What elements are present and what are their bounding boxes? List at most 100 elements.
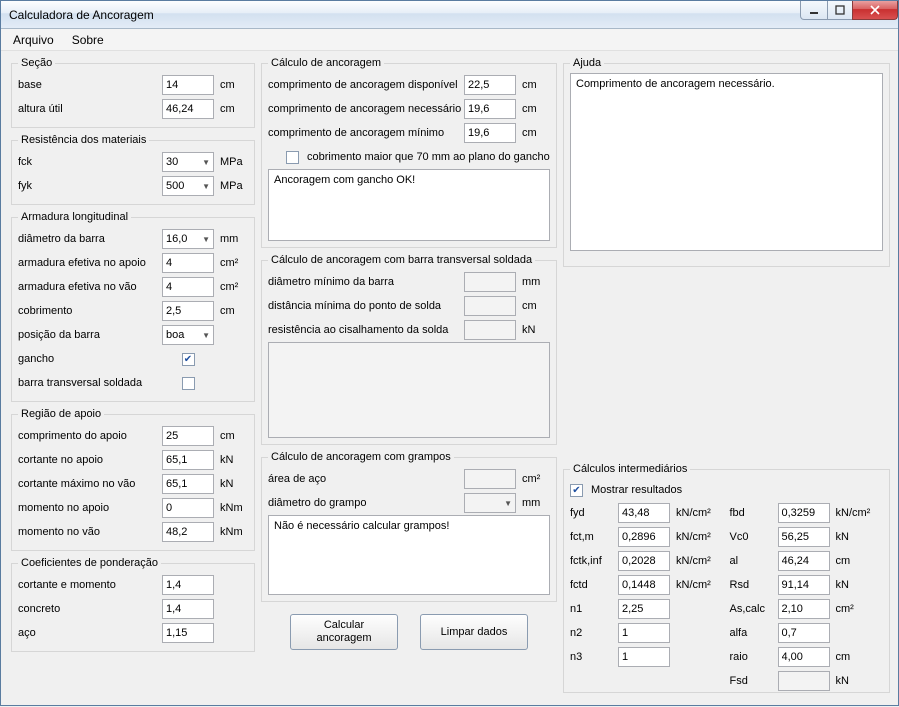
show-results-checkbox[interactable]: ✔ xyxy=(570,484,583,497)
raio-label: raio xyxy=(730,651,778,663)
ascalc-output xyxy=(778,599,830,619)
group-section-legend: Seção xyxy=(18,57,55,69)
gramp-result-textarea[interactable]: Não é necessário calcular grampos! xyxy=(268,515,550,595)
group-materials-legend: Resistência dos materiais xyxy=(18,134,149,146)
maximize-button[interactable] xyxy=(827,1,853,20)
help-text: Comprimento de ancoragem necessário. xyxy=(570,73,883,251)
gramp-area-unit: cm² xyxy=(516,473,550,485)
trans-dist-label: distância mínima do ponto de solda xyxy=(268,300,464,312)
chevron-down-icon: ▼ xyxy=(202,331,210,340)
group-support: Região de apoio comprimento do apoiocm c… xyxy=(11,408,255,551)
cobr70-checkbox[interactable] xyxy=(286,151,299,164)
height-input[interactable] xyxy=(162,99,214,119)
gramp-diam-unit: mm xyxy=(516,497,550,509)
cort-ap-label: cortante no apoio xyxy=(18,454,162,466)
bar-diam-unit: mm xyxy=(214,233,248,245)
al-output xyxy=(778,551,830,571)
app-window: Calculadora de Ancoragem Arquivo Sobre S… xyxy=(0,0,899,706)
pos-select[interactable]: boa▼ xyxy=(162,325,214,345)
group-longitudinal-legend: Armadura longitudinal xyxy=(18,211,131,223)
trans-result-textarea[interactable] xyxy=(268,342,550,438)
mom-ap-label: momento no apoio xyxy=(18,502,162,514)
vc0-output xyxy=(778,527,830,547)
base-input[interactable] xyxy=(162,75,214,95)
trans-res-unit: kN xyxy=(516,324,550,336)
group-intermediate: Cálculos intermediários ✔Mostrar resulta… xyxy=(563,463,890,693)
mom-ap-unit: kNm xyxy=(214,502,248,514)
trans-diam-unit: mm xyxy=(516,276,550,288)
group-trans-weld-legend: Cálculo de ancoragem com barra transvers… xyxy=(268,254,535,266)
fyd-output xyxy=(618,503,670,523)
menu-file[interactable]: Arquivo xyxy=(13,33,54,47)
gancho-checkbox[interactable]: ✔ xyxy=(182,353,195,366)
mom-vao-input[interactable] xyxy=(162,522,214,542)
cort-max-unit: kN xyxy=(214,478,248,490)
aeff-ap-input[interactable] xyxy=(162,253,214,273)
anc-nec-output xyxy=(464,99,516,119)
coef-aco-input[interactable] xyxy=(162,623,214,643)
bar-diam-label: diâmetro da barra xyxy=(18,233,162,245)
gramp-diam-select[interactable]: ▼ xyxy=(464,493,516,513)
group-coef: Coeficientes de ponderação cortante e mo… xyxy=(11,557,255,652)
coef-cm-label: cortante e momento xyxy=(18,579,162,591)
fctk-output xyxy=(618,551,670,571)
anc-disp-unit: cm xyxy=(516,79,550,91)
menu-about[interactable]: Sobre xyxy=(72,33,104,47)
clear-button[interactable]: Limpar dados xyxy=(420,614,528,650)
mom-vao-label: momento no vão xyxy=(18,526,162,538)
n3-label: n3 xyxy=(570,651,618,663)
minimize-button[interactable] xyxy=(800,1,828,20)
comp-apoio-input[interactable] xyxy=(162,426,214,446)
cort-max-input[interactable] xyxy=(162,474,214,494)
trans-diam-output xyxy=(464,272,516,292)
group-help-legend: Ajuda xyxy=(570,57,604,69)
anc-min-label: comprimento de ancoragem mínimo xyxy=(268,127,464,139)
bar-diam-select[interactable]: 16,0▼ xyxy=(162,229,214,249)
trans-res-output xyxy=(464,320,516,340)
fsd-label: Fsd xyxy=(730,675,778,687)
rsd-label: Rsd xyxy=(730,579,778,591)
aeff-vao-input[interactable] xyxy=(162,277,214,297)
window-title: Calculadora de Ancoragem xyxy=(9,8,154,22)
fyk-unit: MPa xyxy=(214,180,248,192)
cobr-input[interactable] xyxy=(162,301,214,321)
fck-select[interactable]: 30▼ xyxy=(162,152,214,172)
coef-cm-input[interactable] xyxy=(162,575,214,595)
close-button[interactable] xyxy=(852,1,898,20)
group-clamps: Cálculo de ancoragem com grampos área de… xyxy=(261,451,557,602)
anc-min-output xyxy=(464,123,516,143)
mom-ap-input[interactable] xyxy=(162,498,214,518)
al-unit: cm xyxy=(830,555,864,567)
gancho-label: gancho xyxy=(18,353,162,365)
base-unit: cm xyxy=(214,79,248,91)
aeff-vao-unit: cm² xyxy=(214,281,248,293)
group-intermediate-legend: Cálculos intermediários xyxy=(570,463,690,475)
fck-label: fck xyxy=(18,156,162,168)
base-label: base xyxy=(18,79,162,91)
fyk-select[interactable]: 500▼ xyxy=(162,176,214,196)
fctd-output xyxy=(618,575,670,595)
gramp-diam-label: diâmetro do grampo xyxy=(268,497,464,509)
gramp-area-label: área de aço xyxy=(268,473,464,485)
calculate-button[interactable]: Calcular ancoragem xyxy=(290,614,398,650)
cort-ap-input[interactable] xyxy=(162,450,214,470)
group-anchorage: Cálculo de ancoragem comprimento de anco… xyxy=(261,57,557,248)
coef-aco-label: aço xyxy=(18,627,162,639)
alfa-label: alfa xyxy=(730,627,778,639)
anc-disp-label: comprimento de ancoragem disponível xyxy=(268,79,464,91)
mom-vao-unit: kNm xyxy=(214,526,248,538)
ascalc-unit: cm² xyxy=(830,603,864,615)
group-help: Ajuda Comprimento de ancoragem necessári… xyxy=(563,57,890,267)
n3-output xyxy=(618,647,670,667)
fsd-unit: kN xyxy=(830,675,864,687)
comp-apoio-unit: cm xyxy=(214,430,248,442)
coef-conc-label: concreto xyxy=(18,603,162,615)
chevron-down-icon: ▼ xyxy=(202,235,210,244)
anc-result-textarea[interactable]: Ancoragem com gancho OK! xyxy=(268,169,550,241)
fctm-label: fct,m xyxy=(570,531,618,543)
barra-trans-checkbox[interactable] xyxy=(182,377,195,390)
alfa-output xyxy=(778,623,830,643)
coef-conc-input[interactable] xyxy=(162,599,214,619)
n1-output xyxy=(618,599,670,619)
anc-disp-output xyxy=(464,75,516,95)
